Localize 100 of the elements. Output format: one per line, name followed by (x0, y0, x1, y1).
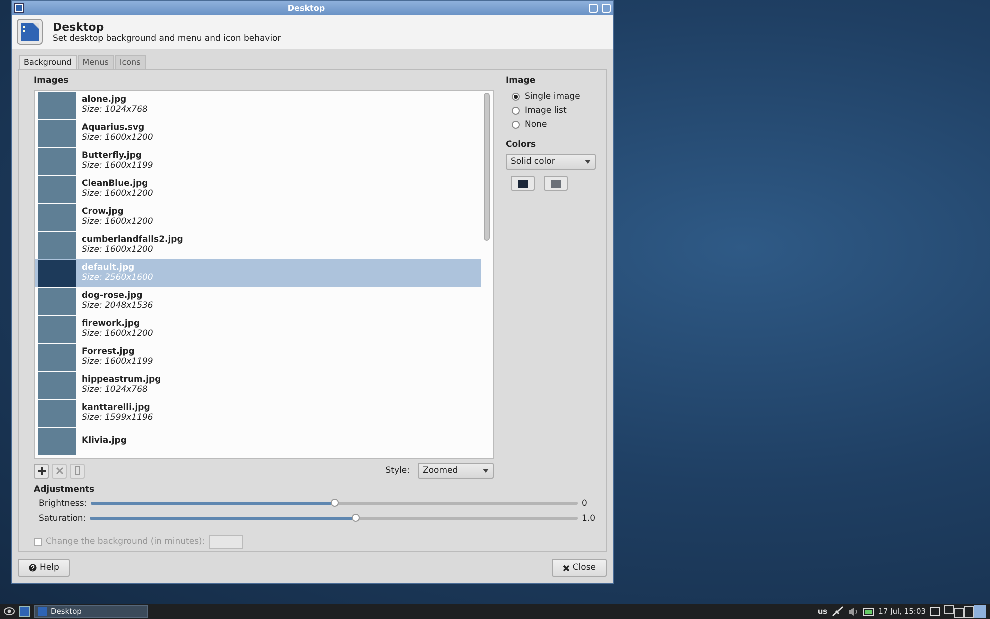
image-list-item[interactable]: kanttarelli.jpg Size: 1599x1196 (35, 399, 481, 427)
image-list-item[interactable]: Aquarius.svg Size: 1600x1200 (35, 119, 481, 147)
photo-placeholder (38, 288, 76, 314)
image-list-item[interactable]: cumberlandfalls2.jpg Size: 1600x1200 (35, 231, 481, 259)
section-label: Image (506, 76, 537, 86)
workspace-switcher-icon[interactable] (944, 605, 986, 618)
file-name: Aquarius.svg (82, 123, 146, 133)
radio-label: Image list (525, 106, 567, 116)
photo-placeholder (38, 344, 76, 370)
photo-placeholder (38, 232, 76, 258)
tab[interactable]: Background (19, 55, 77, 69)
network-icon[interactable] (832, 606, 844, 617)
slider-value: 1.0 (582, 514, 596, 524)
close-button[interactable] (602, 4, 611, 12)
radio-label: Single image (525, 92, 580, 102)
file-name: Crow.jpg (82, 207, 125, 217)
file-name: alone.jpg (82, 95, 128, 105)
header-subtitle: Set desktop background and menu and icon behavior (53, 34, 282, 44)
checkbox-label: Change the background (in minutes): (46, 537, 206, 547)
slider-label: Saturation: (39, 514, 86, 524)
photo-placeholder (38, 92, 76, 118)
eye-icon[interactable] (4, 606, 15, 617)
battery-icon[interactable] (862, 608, 875, 616)
photo-placeholder (38, 204, 76, 230)
file-size: Size: 1600x1199 (82, 357, 154, 367)
cross-icon (54, 466, 64, 476)
page-icon (72, 466, 82, 476)
file-name: kanttarelli.jpg (82, 403, 152, 413)
file-name: dog-rose.jpg (82, 291, 144, 301)
file-size: Size: 1600x1200 (82, 133, 154, 143)
scrollbar-thumb[interactable] (484, 93, 490, 241)
volume-icon[interactable] (848, 606, 859, 616)
file-size: Size: 1600x1200 (82, 245, 154, 255)
section-label: Adjustments (34, 485, 95, 495)
file-size: Size: 1600x1200 (82, 217, 154, 227)
file-name: firework.jpg (82, 319, 142, 329)
photo-placeholder (38, 148, 76, 174)
color-button[interactable] (544, 176, 568, 191)
image-list-item[interactable]: Klivia.jpg (35, 427, 481, 455)
help-icon (29, 564, 37, 572)
radio-button[interactable] (512, 93, 520, 101)
close-button[interactable]: Close (552, 559, 607, 577)
add-button[interactable] (34, 464, 49, 478)
file-size: Size: 1599x1196 (82, 413, 154, 423)
image-list-item[interactable]: CleanBlue.jpg Size: 1600x1200 (35, 175, 481, 203)
photo-placeholder (38, 400, 76, 426)
style-dropdown[interactable]: Zoomed (418, 463, 494, 479)
section-label: Images (34, 76, 70, 86)
close-icon (562, 564, 570, 572)
slider-track[interactable] (91, 502, 578, 505)
style-label: Style: (386, 466, 410, 476)
photo-placeholder (38, 260, 76, 286)
window-title: Desktop (286, 4, 326, 12)
file-name: cumberlandfalls2.jpg (82, 235, 184, 245)
radio-button[interactable] (512, 107, 520, 115)
image-list-item[interactable]: dog-rose.jpg Size: 2048x1536 (35, 287, 481, 315)
slider-track[interactable] (90, 517, 578, 520)
image-list-item[interactable]: hippeastrum.jpg Size: 1024x768 (35, 371, 481, 399)
image-list-item[interactable]: Forrest.jpg Size: 1600x1199 (35, 343, 481, 371)
color-button[interactable] (511, 176, 535, 191)
file-size: Size: 1600x1199 (82, 161, 154, 171)
maximize-button[interactable] (589, 4, 598, 12)
slider-label: Brightness: (39, 498, 88, 508)
app-icon (14, 3, 24, 13)
image-list-item[interactable]: alone.jpg Size: 1024x768 (35, 91, 481, 119)
file-size: Size: 1600x1200 (82, 189, 154, 199)
tab[interactable]: Icons (114, 55, 146, 69)
photo-placeholder (38, 428, 76, 454)
help-button[interactable]: Help (18, 559, 70, 577)
show-desktop-icon[interactable] (930, 607, 940, 616)
image-list-item[interactable]: firework.jpg Size: 1600x1200 (35, 315, 481, 343)
header-title: Desktop (53, 20, 106, 34)
slider-handle[interactable] (352, 514, 360, 522)
file-size: Size: 1600x1200 (82, 329, 154, 339)
plus-icon (36, 466, 46, 476)
file-name: default.jpg (82, 263, 136, 273)
radio-label: None (525, 120, 548, 130)
slider-value: 0 (582, 498, 588, 508)
slider-handle[interactable] (330, 499, 339, 507)
color-dropdown[interactable]: Solid color (506, 154, 596, 170)
file-size: Size: 2048x1536 (82, 301, 154, 311)
desktop-icon (38, 607, 47, 616)
photo-placeholder (38, 120, 76, 146)
photo-placeholder (38, 176, 76, 202)
image-list-item[interactable]: Crow.jpg Size: 1600x1200 (35, 203, 481, 231)
image-list-item[interactable]: Butterfly.jpg Size: 1600x1199 (35, 147, 481, 175)
file-size: Size: 1024x768 (82, 105, 148, 115)
file-name: Klivia.jpg (82, 436, 127, 446)
file-size: Size: 2560x1600 (82, 273, 154, 283)
file-size: Size: 1024x768 (82, 385, 149, 395)
desktop-icon (17, 19, 43, 45)
caret-icon (585, 160, 591, 164)
file-name: Forrest.jpg (82, 347, 136, 357)
radio-button[interactable] (512, 121, 520, 129)
desktop-icon[interactable] (19, 606, 30, 617)
photo-placeholder (38, 372, 76, 398)
file-name: Butterfly.jpg (82, 151, 143, 161)
photo-placeholder (38, 316, 76, 342)
file-name: CleanBlue.jpg (82, 179, 150, 189)
tab[interactable]: Menus (78, 55, 114, 69)
